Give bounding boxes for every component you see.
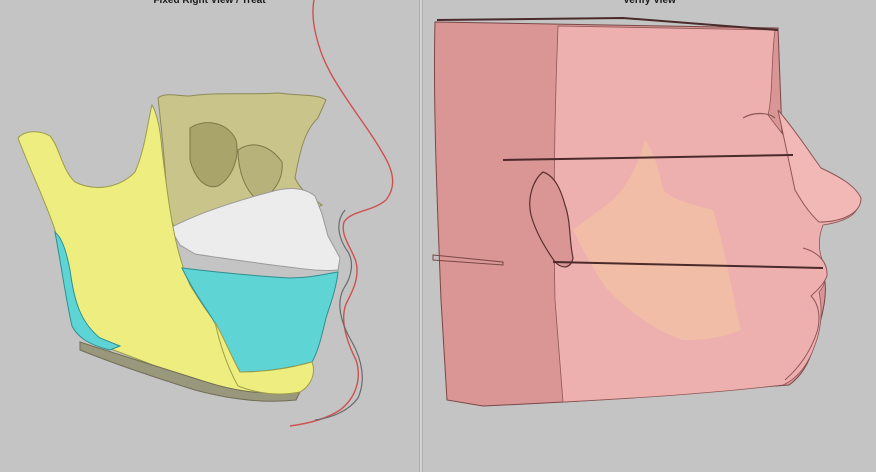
face-model-render[interactable] xyxy=(423,0,876,472)
skull-model-render[interactable] xyxy=(0,0,419,472)
right-3d-viewport[interactable]: Verify View xyxy=(423,0,876,472)
left-3d-viewport[interactable]: Fixed Right View / Treat xyxy=(0,0,419,472)
